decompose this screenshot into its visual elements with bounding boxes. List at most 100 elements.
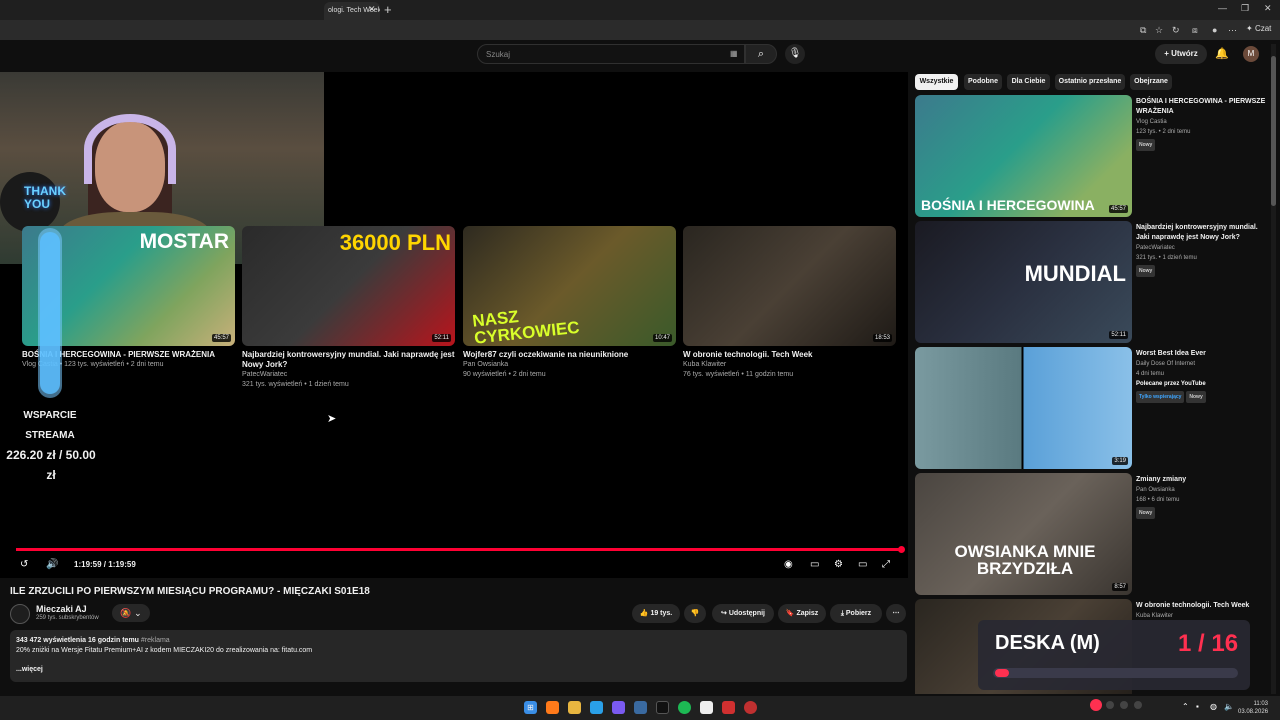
network-icon[interactable]: ◍ xyxy=(1210,702,1217,711)
collections-icon[interactable]: ⧈ xyxy=(1192,25,1198,36)
dislike-button[interactable]: 👎 xyxy=(684,604,706,623)
deska-progress-bar xyxy=(993,668,1238,678)
more-icon[interactable]: ⋯ xyxy=(1228,25,1237,36)
thankyou-overlay: THANK YOU xyxy=(24,184,66,211)
sidebar-video-4[interactable]: OWSIANKA MNIE BRZYDZIŁA 8:57 Zmiany zmia… xyxy=(915,473,1275,595)
endcard-4[interactable]: 18:53 W obronie technologii. Tech Week K… xyxy=(683,226,896,380)
create-button[interactable]: + Utwórz xyxy=(1155,44,1207,64)
more-icon: ⋯ xyxy=(892,610,900,617)
thumbs-down-icon: 👎 xyxy=(690,610,700,617)
video-title-text: Najbardziej kontrowersyjny mundial. Jaki… xyxy=(1136,224,1258,241)
favorite-icon[interactable]: ☆ xyxy=(1155,25,1163,36)
tray-chevron-icon[interactable]: ⌃ xyxy=(1182,702,1189,711)
channel-name[interactable]: PatecWariatec xyxy=(1136,243,1271,253)
theater-icon[interactable]: ▭ xyxy=(858,559,867,570)
replay-icon[interactable]: ↺ xyxy=(20,559,28,570)
channel-subscribers: 259 tys. subskrybentów xyxy=(36,615,99,621)
save-button[interactable]: 🔖 Zapisz xyxy=(778,604,826,623)
notifications-toggle[interactable]: 🔕 ⌄ xyxy=(112,604,150,622)
close-window-icon[interactable]: ✕ xyxy=(1264,3,1272,14)
steam-icon[interactable] xyxy=(634,701,647,714)
hashtag[interactable]: #reklama xyxy=(141,637,170,644)
profile-icon[interactable]: ● xyxy=(1212,25,1217,35)
subtitles-icon[interactable]: ▭ xyxy=(810,559,819,570)
copilot-button[interactable]: ✦ Czat xyxy=(1246,24,1271,33)
notifications-icon[interactable]: 🔔 xyxy=(1215,47,1229,60)
app-icon[interactable] xyxy=(612,701,625,714)
settings-icon[interactable]: ⚙ xyxy=(834,559,843,570)
duration-badge: 45:57 xyxy=(1108,205,1128,213)
search-input[interactable]: Szukaj xyxy=(477,44,745,64)
deska-count: 1 / 16 xyxy=(1178,630,1239,657)
sidebar-video-2[interactable]: MUNDIAL 52:11 Najbardziej kontrowersyjny… xyxy=(915,221,1275,343)
clock-date: 03.08.2026 xyxy=(1238,709,1269,715)
endcard-3[interactable]: NASZ CYRKOWIEC 10:47 Wojfer87 czyli ocze… xyxy=(463,226,676,380)
sidebar-video-3[interactable]: 3:19 Worst Best Idea Ever Daily Dose Of … xyxy=(915,347,1275,469)
capcut-icon[interactable] xyxy=(656,701,669,714)
endcard-title: Wojfer87 czyli oczekiwanie na nieuniknio… xyxy=(463,350,629,359)
sidebar-video-title: BOŚNIA I HERCEGOWINA - PIERWSZE WRAŻENIA… xyxy=(1136,97,1271,151)
scrollbar-thumb[interactable] xyxy=(1271,56,1276,206)
show-more-link[interactable]: ...więcej xyxy=(16,666,901,673)
chip-all[interactable]: Wszystkie xyxy=(915,74,958,90)
avatar[interactable]: M xyxy=(1243,46,1259,62)
channel-name[interactable]: Vlog Castia xyxy=(1136,117,1271,127)
download-button[interactable]: ⤓ Pobierz xyxy=(830,604,882,623)
description-box[interactable]: 343 472 wyświetlenia 16 godzin temu #rek… xyxy=(10,630,907,682)
explorer-icon[interactable] xyxy=(568,701,581,714)
time-display: 1:19:59 / 1:19:59 xyxy=(74,560,136,569)
edge-icon[interactable] xyxy=(590,701,603,714)
video-meta: 321 tys. • 1 dzień temu xyxy=(1136,255,1197,261)
start-icon[interactable]: ⊞ xyxy=(524,701,537,714)
share-button[interactable]: ↪ Udostępnij xyxy=(712,604,774,623)
close-tab-icon[interactable]: ✕ xyxy=(368,4,376,15)
tray-app-icon[interactable]: ▪ xyxy=(1196,702,1199,711)
progress-scrubber[interactable] xyxy=(898,546,905,553)
extensions-icon[interactable]: ⧉ xyxy=(1140,25,1146,36)
minimize-icon[interactable]: — xyxy=(1218,3,1227,13)
keyboard-icon[interactable]: ▦ xyxy=(730,49,738,58)
video-title: ILE ZRZUCILI PO PIERWSZYM MIESIĄCU PROGR… xyxy=(10,586,370,597)
browser-tab-bar xyxy=(0,0,1280,20)
tray-dot xyxy=(1134,701,1142,709)
sidebar-video-title: W obronie technologii. Tech Week Kuba Kl… xyxy=(1136,601,1271,621)
sidebar-video-1[interactable]: BOŚNIA I HERCEGOWINA 45:57 BOŚNIA I HERC… xyxy=(915,95,1275,217)
maximize-icon[interactable]: ❐ xyxy=(1241,3,1249,14)
endcard-2[interactable]: 36000 PLN 52:11 Najbardziej kontrowersyj… xyxy=(242,226,455,390)
new-tab-button[interactable]: + xyxy=(384,2,392,17)
volume-icon[interactable]: 🔊 xyxy=(46,559,58,570)
chip-watched[interactable]: Obejrzane xyxy=(1130,74,1172,90)
channel-name[interactable]: Mieczaki AJ xyxy=(36,604,87,614)
autoplay-icon[interactable]: ◉ xyxy=(784,559,793,570)
obs-icon[interactable] xyxy=(744,701,757,714)
chip-for-you[interactable]: Dla Ciebie xyxy=(1007,74,1050,90)
chip-recent[interactable]: Ostatnio przesłane xyxy=(1055,74,1125,90)
duration-badge: 52:11 xyxy=(1109,331,1128,339)
description-text: 20% zniżki na Wersje Fitatu Premium+AI z… xyxy=(16,647,313,654)
channel-name[interactable]: Daily Dose Of Internet xyxy=(1136,359,1271,369)
spotify-icon[interactable] xyxy=(678,701,691,714)
channel-avatar[interactable] xyxy=(10,604,30,624)
endcard-title: Najbardziej kontrowersyjny mundial. Jaki… xyxy=(242,350,455,369)
more-actions-button[interactable]: ⋯ xyxy=(886,604,906,623)
progress-bar[interactable] xyxy=(16,548,902,551)
mouse-cursor-icon: ➤ xyxy=(327,413,337,425)
voice-search-button[interactable]: 🎙 xyxy=(785,44,805,64)
notion-icon[interactable] xyxy=(700,701,713,714)
refresh-icon[interactable]: ↻ xyxy=(1172,25,1180,36)
fullscreen-icon[interactable]: ⤢ xyxy=(882,559,890,570)
support-label: WSPARCIE STREAMA xyxy=(23,410,77,441)
new-badge: Nowy xyxy=(1136,139,1156,151)
channel-name[interactable]: Pan Owsianka xyxy=(1136,485,1271,495)
app-icon[interactable] xyxy=(722,701,735,714)
clock[interactable]: 11:03 03.08.2026 xyxy=(1238,700,1268,716)
video-meta: 168 • 6 dni temu xyxy=(1136,497,1180,503)
chip-similar[interactable]: Podobne xyxy=(964,74,1002,90)
firefox-icon[interactable] xyxy=(546,701,559,714)
duration-badge: 18:53 xyxy=(872,334,892,342)
endcard-channel: Pan Owsianka xyxy=(463,361,509,368)
search-button[interactable]: ⌕ xyxy=(745,44,777,64)
tray-dot xyxy=(1120,701,1128,709)
like-button[interactable]: 👍 19 tys. xyxy=(632,604,680,623)
volume-tray-icon[interactable]: 🔈 xyxy=(1224,702,1234,711)
